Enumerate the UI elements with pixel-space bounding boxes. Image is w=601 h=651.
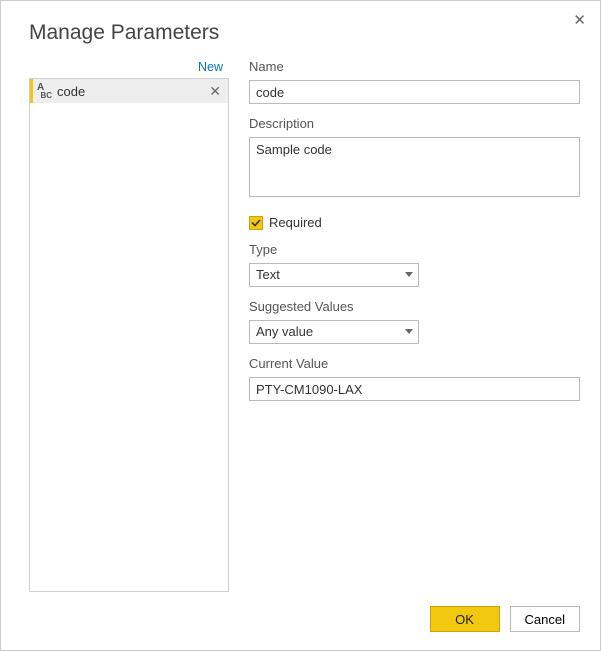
- parameter-list-panel: New ABC code ✕: [29, 57, 229, 592]
- suggested-values-label: Suggested Values: [249, 299, 580, 314]
- dialog-title: Manage Parameters: [1, 1, 600, 57]
- parameter-item-label: code: [57, 84, 200, 99]
- description-input[interactable]: [249, 137, 580, 197]
- type-label: Type: [249, 242, 580, 257]
- description-label: Description: [249, 116, 580, 131]
- dialog-body: New ABC code ✕ Name Description: [1, 57, 600, 592]
- ok-button[interactable]: OK: [430, 606, 500, 632]
- text-type-icon: ABC: [37, 84, 51, 98]
- suggested-values-select[interactable]: Any value: [249, 320, 419, 344]
- delete-icon[interactable]: ✕: [206, 83, 224, 100]
- manage-parameters-dialog: ✕ Manage Parameters New ABC code ✕ Name: [0, 0, 601, 651]
- type-select[interactable]: Text: [249, 263, 419, 287]
- name-label: Name: [249, 59, 580, 74]
- cancel-button[interactable]: Cancel: [510, 606, 580, 632]
- current-value-label: Current Value: [249, 356, 580, 371]
- name-input[interactable]: [249, 80, 580, 104]
- required-checkbox[interactable]: [249, 216, 263, 230]
- required-label: Required: [269, 215, 322, 230]
- current-value-input[interactable]: [249, 377, 580, 401]
- parameter-list: ABC code ✕: [29, 78, 229, 592]
- new-parameter-link[interactable]: New: [198, 60, 223, 74]
- parameter-form: Name Description Required Type Text Su: [249, 57, 580, 592]
- check-icon: [251, 218, 261, 228]
- parameter-item-code[interactable]: ABC code ✕: [30, 79, 228, 103]
- close-icon[interactable]: ✕: [573, 13, 586, 28]
- dialog-footer: OK Cancel: [1, 592, 600, 650]
